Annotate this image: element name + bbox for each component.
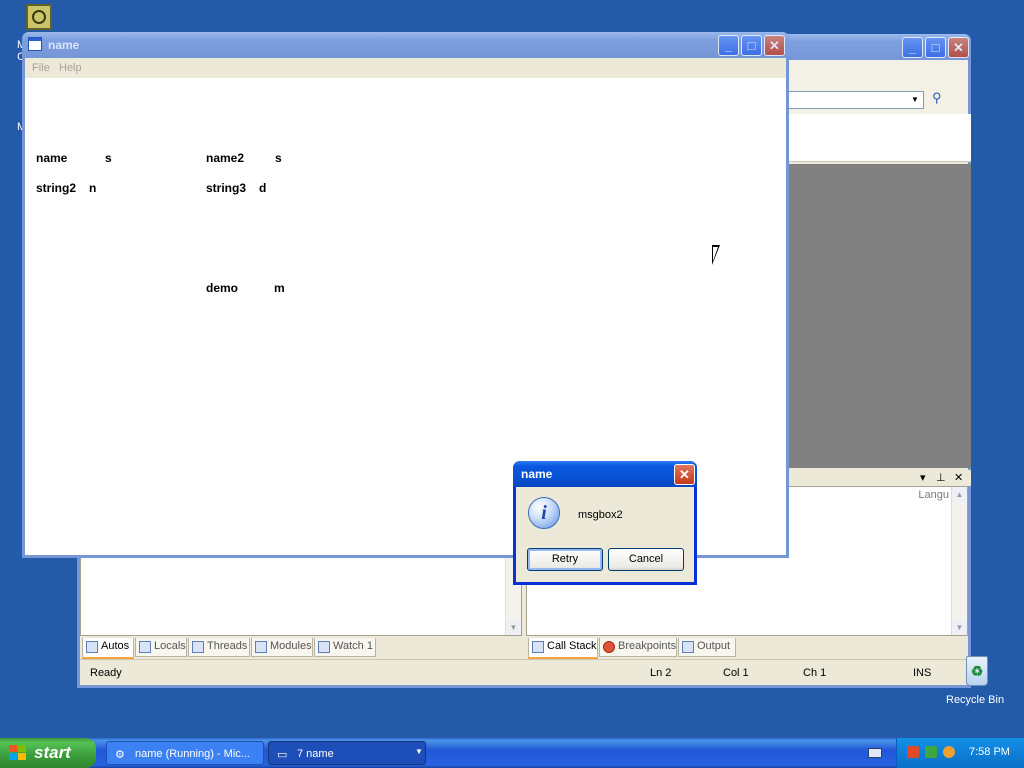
app-title-bar[interactable]: name _ □ ✕ — [22, 32, 789, 58]
output-icon — [682, 641, 694, 653]
ide-app-icon: ⚙ — [115, 749, 125, 761]
ide-editor-area — [780, 114, 971, 162]
threads-icon — [192, 641, 204, 653]
locals-icon — [139, 641, 151, 653]
cancel-button[interactable]: Cancel — [608, 548, 684, 571]
tab-label: Locals — [154, 640, 186, 652]
tab-label: Call Stack — [547, 640, 597, 652]
label-value: s — [105, 151, 112, 165]
autos-icon — [86, 641, 98, 653]
desktop-shortcut-icon[interactable] — [26, 4, 52, 30]
tab-locals[interactable]: Locals — [135, 638, 187, 657]
label-value: s — [275, 151, 282, 165]
ide-document-area — [780, 164, 971, 468]
status-line: Ln 2 — [650, 667, 672, 679]
task-label: 7 name — [297, 748, 334, 760]
pane-header: ▾ ⊥ ✕ — [780, 470, 971, 486]
close-button[interactable]: ✕ — [674, 464, 695, 485]
status-char: Ch 1 — [803, 667, 827, 679]
keyboard-icon[interactable] — [868, 748, 882, 758]
message-text: msgbox2 — [578, 509, 623, 521]
start-label: start — [34, 743, 71, 762]
label-name: name — [36, 151, 68, 165]
watch-icon — [318, 641, 330, 653]
retry-button[interactable]: Retry — [527, 548, 603, 571]
label-value: m — [274, 281, 285, 295]
information-icon: i — [528, 497, 560, 529]
tab-modules[interactable]: Modules — [251, 638, 313, 657]
taskbar: start ⚙ name (Running) - Mic... ▭ 7 name… — [0, 738, 1024, 768]
tab-call-stack[interactable]: Call Stack — [528, 638, 598, 659]
close-button[interactable]: ✕ — [948, 37, 969, 58]
language-column-header[interactable]: Langu — [918, 489, 949, 501]
ide-toolbar-combo[interactable]: ▼ — [784, 91, 924, 109]
tab-threads[interactable]: Threads — [188, 638, 250, 657]
tab-label: Threads — [207, 640, 248, 652]
scrollbar[interactable]: ▲ ▼ — [951, 487, 967, 635]
menu-help[interactable]: Help — [59, 62, 82, 74]
window-icon: ▭ — [277, 749, 288, 761]
label-string3: string3 — [206, 181, 247, 195]
tab-label: Output — [697, 640, 731, 652]
call-stack-icon — [532, 641, 544, 653]
message-box: name ✕ i msgbox2 Retry Cancel — [513, 461, 697, 585]
message-box-title-bar[interactable]: name ✕ — [513, 461, 697, 487]
tab-label: Breakpoints — [618, 640, 677, 652]
minimize-button[interactable]: _ — [718, 35, 739, 56]
tab-watch-1[interactable]: Watch 1 — [314, 638, 376, 657]
label-value: n — [89, 181, 97, 195]
window-title: name — [48, 38, 80, 52]
tab-label: Autos — [101, 640, 130, 652]
minimize-button[interactable]: _ — [902, 37, 923, 58]
label-name2: name2 — [206, 151, 245, 165]
tab-autos[interactable]: Autos — [82, 638, 134, 659]
label-value: d — [259, 181, 267, 195]
status-text: Ready — [90, 667, 122, 679]
window-icon — [28, 37, 42, 51]
close-button[interactable]: ✕ — [764, 35, 785, 56]
taskbar-button-group[interactable]: ▭ 7 name ▼ — [268, 741, 426, 765]
tray-search-icon[interactable] — [943, 746, 955, 758]
chevron-down-icon: ▼ — [415, 747, 423, 756]
label-demo: demo — [206, 281, 239, 295]
find-icon[interactable]: ⚲ — [932, 90, 952, 108]
label-string2: string2 — [36, 181, 77, 195]
tab-label: Watch 1 — [333, 640, 373, 652]
scroll-down-icon[interactable]: ▼ — [506, 620, 521, 635]
message-box-title: name — [521, 467, 553, 481]
status-column: Col 1 — [723, 667, 749, 679]
windows-logo-icon — [9, 745, 27, 761]
scroll-up-icon[interactable]: ▲ — [952, 487, 967, 502]
tab-label: Modules — [270, 640, 312, 652]
recycle-bin-icon[interactable]: ♻ — [966, 656, 988, 686]
menu-file[interactable]: File — [32, 62, 50, 74]
task-label: name (Running) - Mic... — [135, 748, 250, 760]
tab-output[interactable]: Output — [678, 638, 736, 657]
menu-bar: File Help — [25, 58, 786, 78]
chevron-down-icon[interactable]: ▾ — [920, 471, 926, 484]
taskbar-button-ide[interactable]: ⚙ name (Running) - Mic... — [106, 741, 264, 765]
close-icon[interactable]: ✕ — [954, 471, 963, 484]
pin-icon[interactable]: ⊥ — [936, 471, 946, 484]
clock[interactable]: 7:58 PM — [969, 746, 1010, 758]
status-insert-mode: INS — [913, 667, 932, 679]
recycle-bin-label[interactable]: Recycle Bin — [946, 694, 1004, 706]
maximize-button[interactable]: □ — [925, 37, 946, 58]
tab-breakpoints[interactable]: Breakpoints — [599, 638, 677, 657]
modules-icon — [255, 641, 267, 653]
start-button[interactable]: start — [0, 738, 96, 768]
ide-status-bar: Ready Ln 2 Col 1 Ch 1 INS — [80, 659, 968, 685]
maximize-button[interactable]: □ — [741, 35, 762, 56]
breakpoint-icon — [603, 641, 615, 653]
scroll-down-icon[interactable]: ▼ — [952, 620, 967, 635]
chevron-down-icon[interactable]: ▼ — [908, 93, 922, 107]
system-tray: 7:58 PM — [896, 738, 1024, 768]
tray-app-icon[interactable] — [907, 746, 919, 758]
mouse-cursor-icon — [712, 245, 720, 265]
tray-network-icon[interactable] — [925, 746, 937, 758]
